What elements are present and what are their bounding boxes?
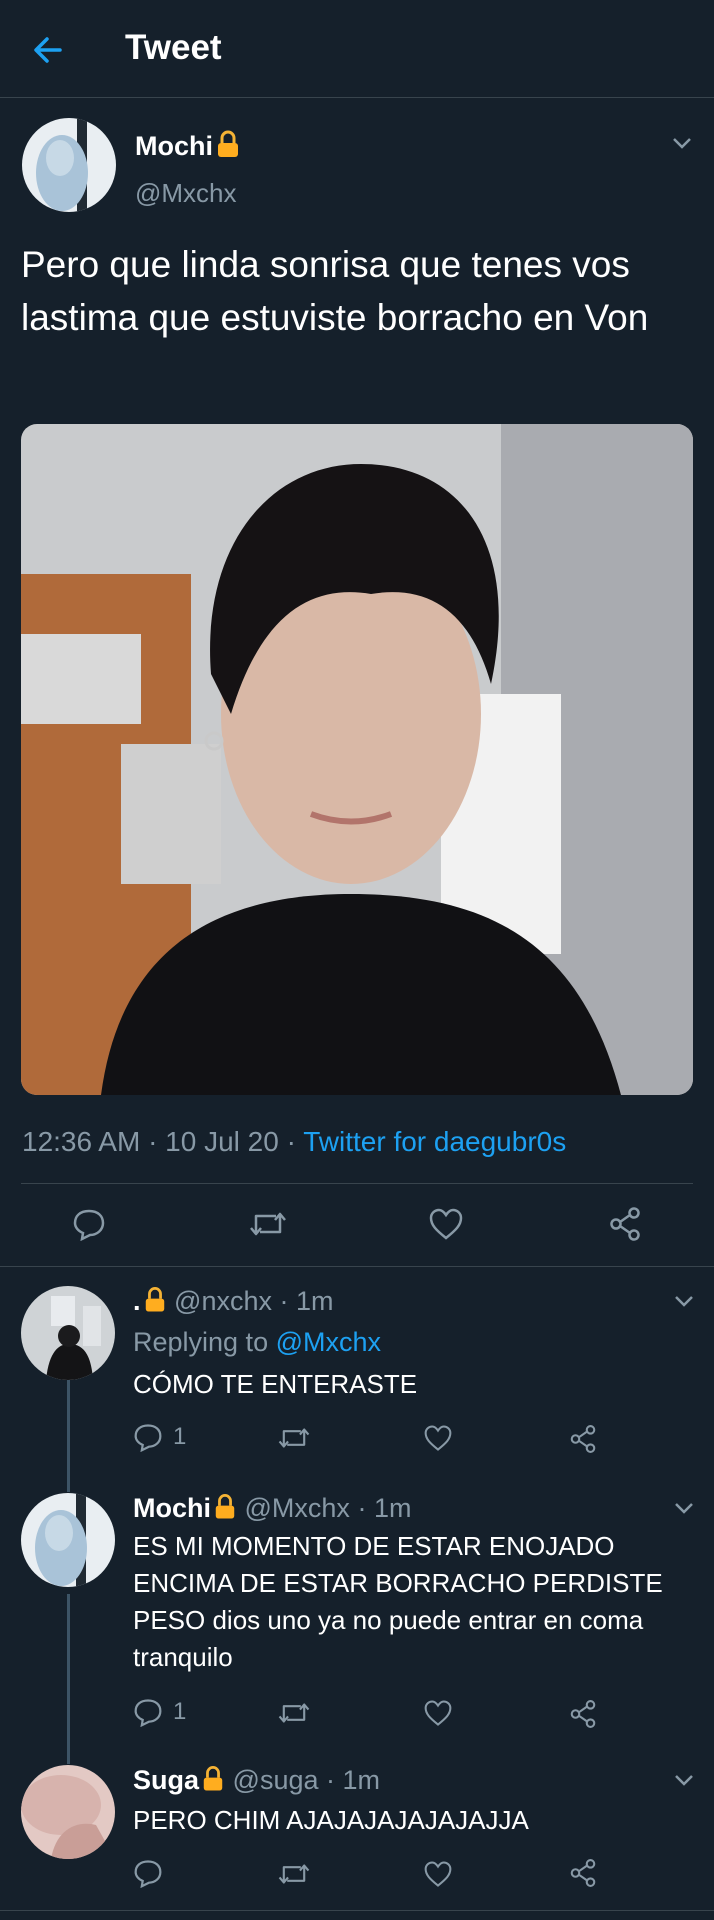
lock-icon [203, 1766, 223, 1791]
retweet-icon[interactable] [248, 1208, 288, 1240]
tweet-timestamp: 12:36 AM · 10 Jul 20 · [22, 1126, 304, 1157]
like-icon[interactable] [423, 1860, 453, 1888]
share-icon[interactable] [568, 1858, 598, 1888]
like-icon[interactable] [428, 1207, 464, 1241]
chevron-down-icon[interactable] [672, 1293, 696, 1309]
reply-author-name[interactable]: . [133, 1286, 141, 1316]
reply-time: · 1m [279, 1286, 334, 1316]
top-bar: Tweet [0, 0, 714, 98]
share-icon[interactable] [568, 1424, 598, 1454]
reply-header: Mochi @Mxchx · 1m [133, 1493, 411, 1524]
reply-time: · 1m [326, 1765, 381, 1795]
reply-author-handle[interactable]: @nxchx [174, 1286, 272, 1316]
page-title: Tweet [125, 28, 222, 67]
tweet-meta: 12:36 AM · 10 Jul 20 · Twitter for daegu… [22, 1126, 566, 1158]
replying-to: Replying to @Mxchx [133, 1327, 381, 1358]
reply-header: . @nxchx · 1m [133, 1286, 334, 1317]
reply-count: 1 [173, 1698, 187, 1725]
tweet-photo[interactable] [21, 424, 693, 1095]
reply-text: ES MI MOMENTO DE ESTAR ENOJADO ENCIMA DE… [133, 1531, 663, 1672]
reply-avatar[interactable] [21, 1286, 115, 1380]
reply-header: Suga @suga · 1m [133, 1765, 380, 1796]
reply-button[interactable]: 1 [133, 1422, 186, 1452]
chevron-down-icon[interactable] [672, 1772, 696, 1788]
reply-icon[interactable] [72, 1207, 106, 1241]
replying-to-label: Replying to [133, 1327, 276, 1357]
divider [21, 1183, 693, 1184]
tweet-text: Pero que linda sonrisa que tenes vos las… [21, 244, 649, 338]
reply-icon[interactable] [133, 1858, 163, 1888]
like-icon[interactable] [423, 1699, 453, 1727]
divider [0, 1266, 714, 1267]
reply-icon [134, 1424, 162, 1452]
back-arrow-icon[interactable] [28, 30, 68, 70]
reply-text: CÓMO TE ENTERASTE [133, 1369, 418, 1399]
reply-author-handle[interactable]: @Mxchx [245, 1493, 350, 1523]
reply-author-handle[interactable]: @suga [233, 1765, 319, 1795]
lock-icon [215, 1494, 235, 1519]
lock-icon [218, 130, 238, 157]
share-icon[interactable] [568, 1699, 598, 1729]
lock-icon [145, 1287, 164, 1312]
reply-author-name[interactable]: Mochi [133, 1493, 211, 1523]
author-avatar[interactable] [22, 118, 116, 212]
chevron-down-icon[interactable] [672, 1500, 696, 1516]
author-name[interactable]: Mochi [135, 130, 241, 162]
tweet-source-link[interactable]: Twitter for daegubr0s [303, 1126, 566, 1157]
retweet-icon[interactable] [277, 1699, 311, 1727]
reply-icon [134, 1699, 162, 1727]
reply-time: · 1m [357, 1493, 412, 1523]
divider [0, 1910, 714, 1911]
reply-author-name[interactable]: Suga [133, 1765, 199, 1795]
author-handle[interactable]: @Mxchx [135, 178, 237, 209]
share-icon[interactable] [607, 1206, 643, 1242]
reply-text: PERO CHIM AJAJAJAJAJAJAJJA [133, 1805, 529, 1835]
chevron-down-icon[interactable] [670, 135, 694, 151]
like-icon[interactable] [423, 1424, 453, 1452]
retweet-icon[interactable] [277, 1424, 311, 1452]
reply-count: 1 [173, 1423, 187, 1450]
reply-button[interactable]: 1 [133, 1697, 186, 1727]
retweet-icon[interactable] [277, 1860, 311, 1888]
reply-avatar[interactable] [21, 1765, 115, 1859]
thread-connector [67, 1594, 70, 1764]
replying-to-link[interactable]: @Mxchx [276, 1327, 381, 1357]
reply-avatar[interactable] [21, 1493, 115, 1587]
